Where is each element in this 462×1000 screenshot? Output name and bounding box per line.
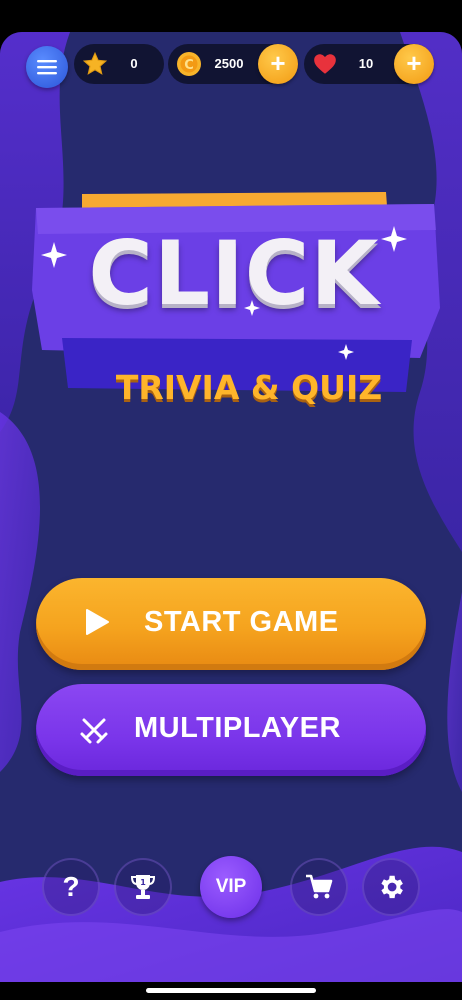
leaderboard-button[interactable]: 1	[114, 858, 172, 916]
crossed-swords-icon	[80, 718, 108, 744]
svg-text:1: 1	[140, 878, 146, 887]
menu-button[interactable]	[26, 46, 68, 88]
question-icon: ?	[62, 871, 80, 902]
add-lives-button[interactable]: +	[394, 44, 434, 84]
multiplayer-label: MULTIPLAYER	[134, 712, 341, 744]
plus-icon: +	[406, 48, 422, 78]
coins-value: 2500	[214, 56, 244, 71]
gear-icon	[381, 875, 403, 899]
start-game-button[interactable]: START GAME	[36, 578, 426, 670]
coins-counter: C 2500 +	[168, 44, 298, 84]
add-coins-button[interactable]: +	[258, 44, 298, 84]
logo-title: CLICK	[88, 222, 380, 325]
shop-button[interactable]	[290, 858, 348, 916]
help-button[interactable]: ?	[42, 858, 100, 916]
coin-icon: C	[177, 52, 201, 76]
plus-icon: +	[270, 48, 286, 78]
lives-value: 10	[358, 56, 374, 71]
background-waves	[0, 32, 462, 982]
stars-value: 0	[130, 56, 138, 71]
stars-counter: 0	[74, 44, 164, 84]
star-icon	[82, 51, 108, 75]
trophy-icon: 1	[130, 875, 156, 899]
game-logo: CLICK TRIVIA & QUIZ	[24, 190, 444, 407]
svg-text:C: C	[184, 58, 194, 73]
settings-button[interactable]	[362, 858, 420, 916]
lives-counter: 10 +	[304, 44, 434, 84]
start-game-label: START GAME	[144, 606, 339, 638]
game-screen: 0 C 2500 + 10 + CLICK TRIVIA & QUIZ STAR…	[0, 32, 462, 982]
heart-icon	[314, 54, 336, 74]
play-icon	[86, 609, 109, 635]
home-indicator[interactable]	[146, 988, 316, 993]
multiplayer-button[interactable]: MULTIPLAYER	[36, 684, 426, 776]
vip-button[interactable]: VIP	[200, 856, 262, 918]
hamburger-icon	[37, 60, 57, 75]
cart-icon	[306, 874, 333, 899]
logo-subtitle: TRIVIA & QUIZ	[115, 368, 383, 407]
